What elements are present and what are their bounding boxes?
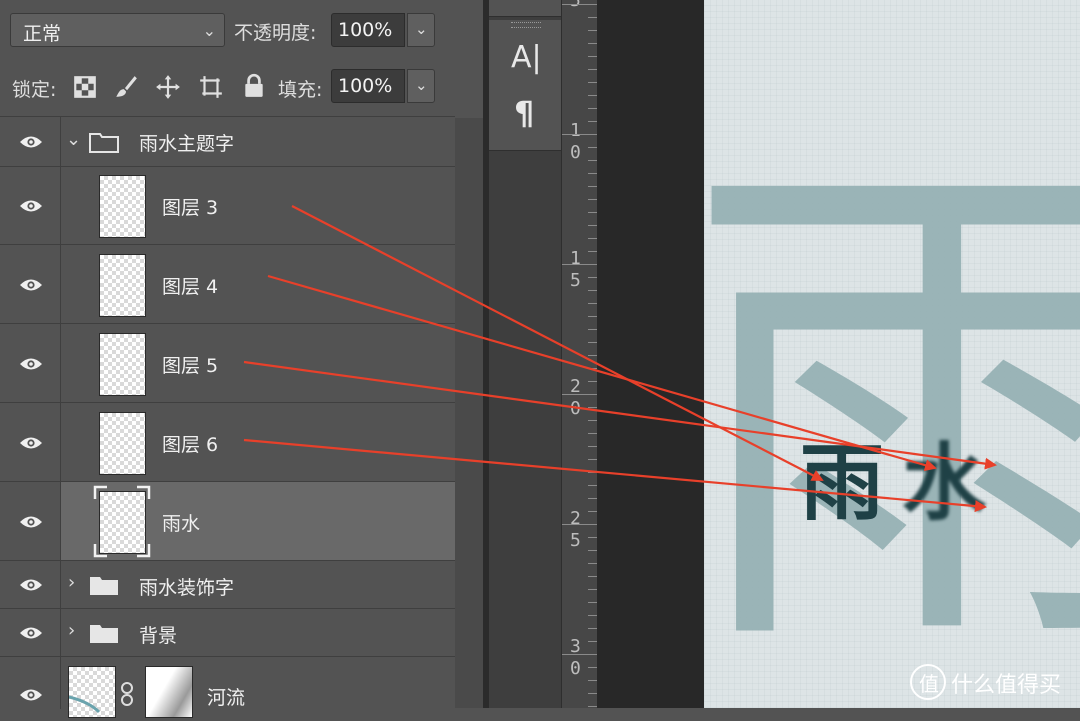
arrow-layer3: [291, 205, 824, 481]
arrow-layer4: [267, 274, 937, 471]
annotation-arrows: [243, 205, 997, 513]
